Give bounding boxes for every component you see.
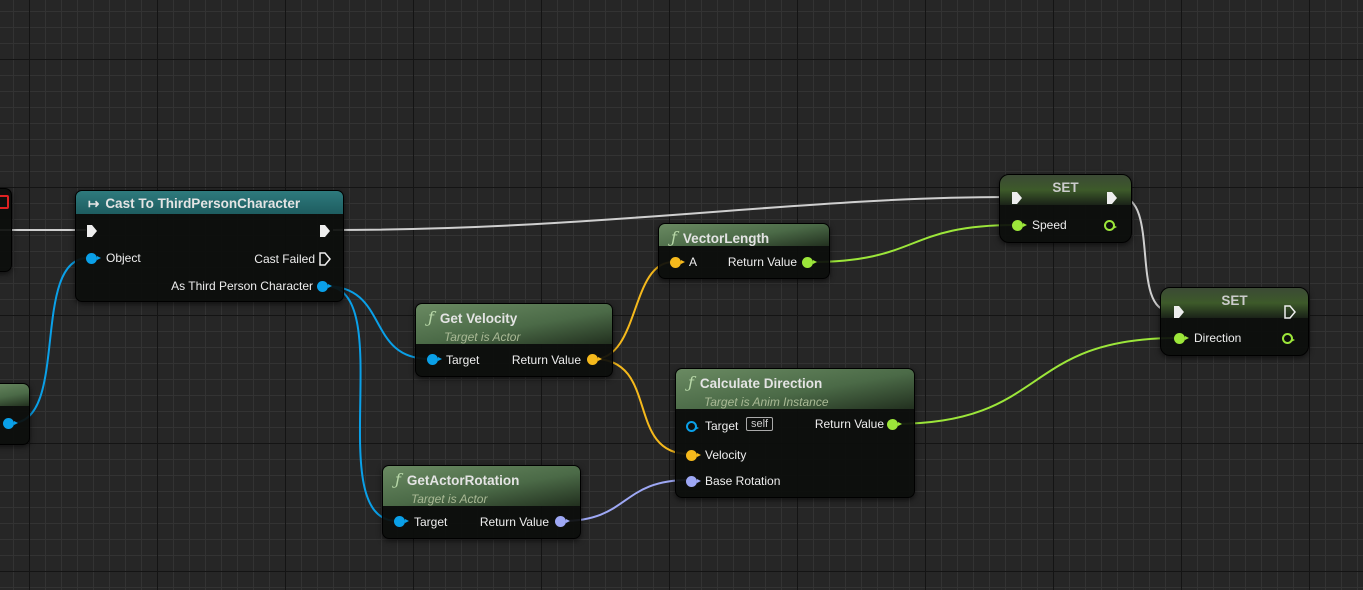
calculate-direction-node[interactable]: ƒ Calculate Direction Target is Anim Inst… bbox=[675, 368, 915, 498]
float-wire-to-speed bbox=[809, 224, 1016, 263]
direction-input-pin[interactable] bbox=[1174, 333, 1189, 344]
exec-out-pin[interactable] bbox=[319, 224, 331, 238]
function-icon: ƒ bbox=[671, 228, 677, 247]
function-icon: ƒ bbox=[395, 470, 401, 489]
cast-to-thirdpersoncharacter-node[interactable]: ↦ Cast To ThirdPersonCharacter Object Cas… bbox=[75, 190, 344, 302]
target-label: Target bbox=[705, 419, 739, 433]
object-input-pin[interactable] bbox=[86, 253, 101, 264]
exec-in-pin[interactable] bbox=[1173, 305, 1185, 319]
return-value-pin[interactable] bbox=[802, 257, 817, 268]
node-header: ƒ Calculate Direction Target is Anim Inst… bbox=[676, 369, 914, 409]
node-title: Get Velocity bbox=[439, 311, 518, 326]
function-icon: ƒ bbox=[428, 308, 434, 327]
a-input-pin[interactable] bbox=[670, 257, 685, 268]
base-rotation-label: Base Rotation bbox=[705, 474, 781, 488]
offscreen-node-top[interactable] bbox=[0, 188, 12, 272]
node-title: Calculate Direction bbox=[699, 376, 823, 391]
speed-output-pin[interactable] bbox=[1104, 220, 1117, 231]
self-default-value[interactable]: self bbox=[746, 417, 774, 431]
vector-length-node[interactable]: ƒ VectorLength A Return Value bbox=[658, 223, 830, 279]
function-icon: ƒ bbox=[688, 373, 694, 392]
return-value-label: Return Value bbox=[727, 255, 797, 269]
cast-failed-label: Cast Failed bbox=[254, 252, 315, 266]
red-marker-icon bbox=[0, 195, 9, 209]
node-subtitle: Target is Actor bbox=[411, 492, 488, 506]
node-header bbox=[0, 384, 29, 406]
object-label: Object bbox=[106, 251, 141, 265]
return-value-label: Return Value bbox=[479, 515, 549, 529]
cast-failed-exec-pin[interactable] bbox=[319, 252, 331, 266]
set-direction-node[interactable]: SET Direction bbox=[1160, 287, 1309, 356]
as-third-person-character-pin[interactable] bbox=[317, 281, 332, 292]
base-rotation-input-pin[interactable] bbox=[686, 476, 701, 487]
node-header: ƒ Get Velocity Target is Actor bbox=[416, 304, 612, 344]
node-subtitle: Target is Actor bbox=[444, 330, 521, 344]
velocity-label: Velocity bbox=[705, 448, 747, 462]
direction-output-pin[interactable] bbox=[1282, 333, 1295, 344]
as-third-person-character-label: As Third Person Character bbox=[171, 279, 313, 293]
get-velocity-node[interactable]: ƒ Get Velocity Target is Actor Target Ret… bbox=[415, 303, 613, 377]
target-input-pin[interactable] bbox=[394, 516, 409, 527]
node-title: Cast To ThirdPersonCharacter bbox=[105, 196, 301, 211]
speed-input-pin[interactable] bbox=[1012, 220, 1027, 231]
exec-out-pin[interactable] bbox=[1284, 305, 1296, 319]
get-actor-rotation-node[interactable]: ƒ GetActorRotation Target is Actor Target… bbox=[382, 465, 581, 539]
target-label: Target bbox=[446, 353, 480, 367]
offscreen-node-bottom[interactable] bbox=[0, 383, 30, 445]
target-label: Target bbox=[414, 515, 448, 529]
exec-out-pin[interactable] bbox=[1106, 191, 1118, 205]
target-input-pin[interactable] bbox=[427, 354, 442, 365]
node-subtitle: Target is Anim Instance bbox=[704, 395, 829, 409]
return-value-pin[interactable] bbox=[555, 516, 570, 527]
set-speed-node[interactable]: SET Speed bbox=[999, 174, 1132, 243]
node-title: VectorLength bbox=[682, 231, 770, 246]
node-header: ƒ VectorLength bbox=[659, 224, 829, 247]
return-value-label: Return Value bbox=[511, 353, 581, 367]
node-title: SET bbox=[1052, 180, 1079, 195]
node-title: SET bbox=[1221, 293, 1248, 308]
rotator-wire-to-base-rotation bbox=[561, 479, 690, 522]
node-header: ƒ GetActorRotation Target is Actor bbox=[383, 466, 580, 506]
direction-label: Direction bbox=[1194, 331, 1242, 345]
float-wire-to-direction bbox=[893, 337, 1178, 425]
object-output-pin[interactable] bbox=[3, 418, 18, 429]
cast-arrow-icon: ↦ bbox=[88, 196, 100, 211]
speed-label: Speed bbox=[1032, 218, 1067, 232]
return-value-label: Return Value bbox=[814, 417, 884, 431]
a-label: A bbox=[689, 255, 698, 269]
return-value-pin[interactable] bbox=[587, 354, 602, 365]
exec-in-pin[interactable] bbox=[1011, 191, 1023, 205]
target-input-pin[interactable] bbox=[686, 421, 699, 432]
node-header: ↦ Cast To ThirdPersonCharacter bbox=[76, 191, 343, 214]
velocity-input-pin[interactable] bbox=[686, 450, 701, 461]
node-title: GetActorRotation bbox=[406, 473, 520, 488]
exec-in-pin[interactable] bbox=[86, 224, 98, 238]
return-value-pin[interactable] bbox=[887, 419, 902, 430]
